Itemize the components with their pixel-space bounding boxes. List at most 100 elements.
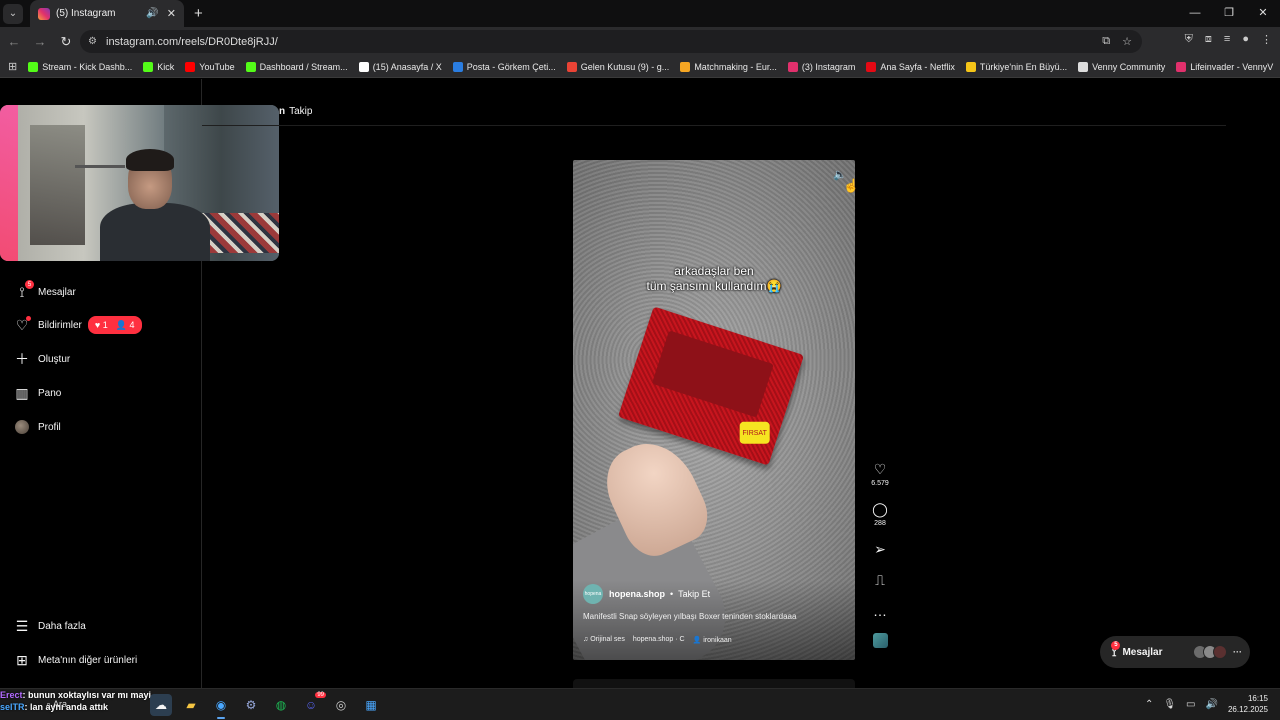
clock[interactable]: 16:15 26.12.2025 [1228,693,1268,715]
tagged-user[interactable]: 👤 ironikaan [693,636,732,644]
bookmark-item[interactable]: Posta - Görkem Çeti... [452,61,556,72]
search-label: Ara [53,699,68,709]
venny-icon [1078,61,1089,72]
minimize-button[interactable]: — [1178,0,1212,27]
bookmark-item[interactable]: (15) Anasayfa / X [358,61,442,72]
youtube-icon [185,61,196,72]
discord-icon[interactable]: ☺ 99 [300,692,326,716]
chrome-icon[interactable]: ◉ [210,694,232,719]
bookmark-item[interactable]: Türkiye'nin En Büyü... [965,61,1067,72]
bookmark-item[interactable]: (3) Instagram [787,61,855,72]
apps-grid-icon[interactable]: ⊞ [8,60,17,73]
bookmark-item[interactable]: YouTube [185,61,235,72]
sidebar-item-create[interactable]: ＋ Oluştur [14,351,70,367]
install-app-icon[interactable]: ⧉ [1102,35,1110,48]
reel-video[interactable]: FIRSAT arkadaşlar ben tüm şansımı kullan… [573,160,855,660]
tab-audio-icon[interactable]: 🔊 [146,8,158,19]
tab-divider [202,125,1226,126]
bookmark-item[interactable]: Venny Community [1078,61,1165,72]
site-icon [965,61,976,72]
bookmark-item[interactable]: Gelen Kutusu (9) - g... [566,61,669,72]
display-icon[interactable]: ▭ [1186,699,1195,710]
sidebar-item-dashboard[interactable]: ▥ Pano [14,385,61,401]
forward-button[interactable]: → [28,34,52,49]
bookmark-item[interactable]: Kick [143,61,174,72]
sidebar-item-messages[interactable]: ⟟ 5 Mesajlar [14,280,76,300]
sidebar-item-meta-products[interactable]: ⊞ Meta'nın diğer ürünleri [14,652,137,668]
browser-tab-strip: ⌄ (5) Instagram 🔊 ✕ + — ❐ ✕ [0,0,1280,27]
bookmark-item[interactable]: Matchmaking - Eur... [680,61,777,72]
lifeinvader-icon [1176,61,1187,72]
widget-icon[interactable]: ☁ [150,694,172,716]
reel-actions: ♡ 6.579 ◯ 288 ➢ ⎍ … [868,461,892,648]
reel-meta: ♫ Orijinal ses hopena.shop · C 👤 ironika… [583,636,732,644]
close-window-button[interactable]: ✕ [1246,0,1280,27]
windows-taskbar: Erect: bunun xoktaylısı var mı mayi selT… [0,688,1280,720]
extension-shield-icon[interactable]: ⛨ [1185,33,1193,46]
steam-icon[interactable]: ⚙ [240,694,262,716]
menu-icon: ☰ [15,617,29,634]
instagram-icon [787,61,798,72]
bookmark-item[interactable]: Dashboard / Stream... [245,61,348,72]
address-bar[interactable]: ⚙ instagram.com/reels/DR0Dte8jRJJ/ ⧉ ☆ [80,30,1142,53]
like-button[interactable]: ♡ 6.579 [868,461,892,487]
webcam-shelf-board [75,165,125,168]
extensions-puzzle-icon[interactable]: ⧈ [1205,33,1212,46]
tab-following-label: Takip [289,106,313,117]
sale-sticker: FIRSAT [739,421,770,444]
audio-link[interactable]: ♫ Orijinal ses [583,636,625,644]
chat-text: : bunun xoktaylısı var mı mayi [22,690,152,700]
maximize-button[interactable]: ❐ [1212,0,1246,27]
sidebar-item-profile[interactable]: Profil [14,419,61,435]
audio-thumbnail[interactable] [872,633,888,648]
calculator-icon[interactable]: ▦ [360,694,382,716]
instagram-favicon-icon [38,7,50,20]
tab-search-button[interactable]: ⌄ [3,3,23,24]
bookmark-icon: ⎍ [875,572,885,588]
author-name[interactable]: hopena.shop [609,589,665,599]
profile-icon[interactable]: ● [1242,33,1249,46]
more-options-button[interactable]: … [868,603,892,619]
spotify-icon[interactable]: ◍ [270,694,292,716]
browser-menu-icon[interactable]: ⋮ [1261,33,1272,46]
browser-tab-instagram[interactable]: (5) Instagram 🔊 ✕ [30,0,184,27]
site-info-icon[interactable]: ⚙ [88,36,100,48]
gmail-icon [566,61,577,72]
bookmark-item[interactable]: Lifeinvader - VennyV [1176,61,1273,72]
save-button[interactable]: ⎍ [868,572,892,589]
messages-floating-button[interactable]: ⟟ 5 Mesajlar ··· [1100,636,1250,668]
media-controls-icon[interactable]: ≡ [1224,33,1230,46]
box-window [651,330,774,418]
chevron-up-icon[interactable]: ⌃ [1145,699,1153,710]
reel-overlay-text: arkadaşlar ben tüm şansımı kullandım😭 [573,264,855,294]
bookmark-star-icon[interactable]: ☆ [1122,35,1132,48]
webcam-person-hair [126,149,174,171]
sidebar-item-notifications[interactable]: ♡ Bildirimler ♥ 1 👤 4 [14,316,142,334]
heart-icon: ♡ [14,316,31,333]
file-explorer-icon[interactable]: ▰ [180,694,202,716]
comment-button[interactable]: ◯ 288 [868,501,892,527]
back-button[interactable]: ← [2,34,26,49]
author-avatar[interactable]: hopena [583,584,603,604]
share-button[interactable]: ➢ [868,541,892,558]
tab-close-icon[interactable]: ✕ [167,7,176,20]
sidebar-item-label: Pano [38,387,62,399]
bookmark-item[interactable]: Stream - Kick Dashb... [28,61,132,72]
window-controls: — ❐ ✕ [1178,0,1280,27]
bookmark-item[interactable]: Ana Sayfa - Netflix [866,61,955,72]
netflix-icon [866,61,877,72]
taskbar-search[interactable]: ⌕ Ara [46,699,67,710]
volume-icon[interactable]: 🔊 [1206,699,1218,710]
clock-time: 16:15 [1247,694,1268,703]
new-tab-button[interactable]: + [194,5,203,22]
follow-button[interactable]: Takip Et [678,589,710,599]
sidebar-item-more[interactable]: ☰ Daha fazla [14,618,86,634]
reel-description[interactable]: Manifestli Snap söyleyen yılbaşı Boxer t… [583,612,796,621]
obs-icon[interactable]: ◎ [330,694,352,716]
reload-button[interactable]: ↻ [54,34,78,50]
mouse-cursor-icon: ☝ [843,178,860,193]
browser-toolbar: ← → ↻ ⚙ instagram.com/reels/DR0Dte8jRJJ/… [0,27,1280,56]
audio-author[interactable]: hopena.shop · C [633,636,685,644]
microphone-icon[interactable]: 🎙 [1163,699,1176,710]
tab-following[interactable]: n Takip [279,106,312,117]
